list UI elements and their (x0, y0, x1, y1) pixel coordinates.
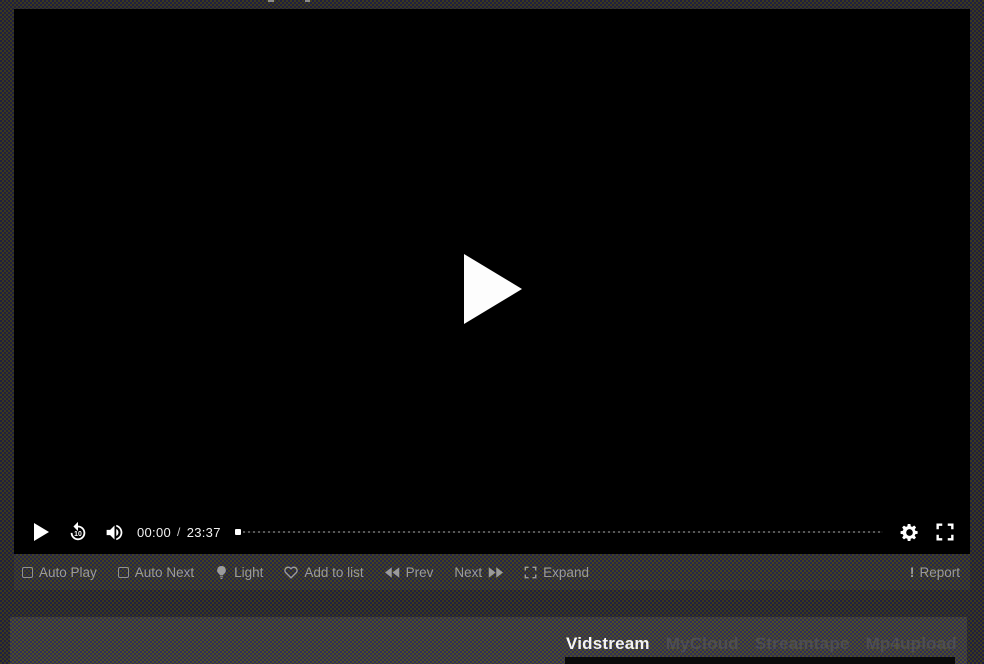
next-episode-button[interactable]: Next (454, 565, 503, 580)
seek-rail (243, 531, 883, 533)
server-tab-mycloud[interactable]: MyCloud (666, 634, 739, 654)
settings-button[interactable] (899, 522, 920, 543)
auto-play-label: Auto Play (39, 565, 97, 580)
checkbox-icon[interactable] (22, 567, 33, 578)
fullscreen-icon (934, 521, 956, 543)
add-to-list-label: Add to list (304, 565, 363, 580)
server-tab-mp4upload[interactable]: Mp4upload (865, 634, 957, 654)
player-toolbar: Auto Play Auto Next Light Add to list Pr… (14, 554, 970, 590)
volume-icon (104, 522, 125, 543)
expand-button[interactable]: Expand (524, 565, 589, 580)
server-tab-list: Vidstream MyCloud Streamtape Mp4upload (566, 634, 957, 654)
report-exclamation-icon: ! (910, 564, 915, 580)
rewind-10-button[interactable]: 10 (67, 521, 89, 543)
player-control-bar: 10 00:00 / 23:37 (14, 510, 970, 554)
prev-label: Prev (406, 565, 434, 580)
prev-episode-button[interactable]: Prev (385, 565, 434, 580)
light-toggle[interactable]: Light (215, 565, 263, 580)
server-tab-streamtape[interactable]: Streamtape (755, 634, 850, 654)
seek-handle[interactable] (235, 529, 241, 535)
seek-bar[interactable] (235, 528, 883, 536)
time-separator: / (177, 525, 181, 539)
report-label: Report (919, 565, 960, 580)
clipped-text-fragment (268, 0, 274, 2)
fullscreen-button[interactable] (934, 521, 956, 543)
auto-next-toggle[interactable]: Auto Next (118, 565, 194, 580)
current-time: 00:00 (137, 525, 171, 540)
replay-10-icon: 10 (67, 521, 89, 543)
checkbox-icon[interactable] (118, 567, 129, 578)
report-button[interactable]: ! Report (910, 564, 960, 580)
heart-icon (284, 566, 298, 579)
clipped-text-fragment (305, 0, 310, 2)
next-label: Next (454, 565, 482, 580)
play-button[interactable] (32, 522, 50, 542)
next-icon (488, 567, 503, 578)
svg-text:10: 10 (74, 531, 82, 538)
play-icon (32, 522, 50, 542)
lightbulb-icon (215, 565, 228, 580)
auto-play-toggle[interactable]: Auto Play (22, 565, 97, 580)
settings-gear-icon (899, 522, 920, 543)
light-label: Light (234, 565, 263, 580)
server-tab-vidstream[interactable]: Vidstream (566, 634, 650, 654)
expand-label: Expand (543, 565, 589, 580)
prev-icon (385, 567, 400, 578)
volume-button[interactable] (104, 522, 125, 543)
time-display: 00:00 / 23:37 (137, 525, 221, 540)
server-tabs-underline (565, 657, 955, 664)
duration: 23:37 (187, 525, 221, 540)
auto-next-label: Auto Next (135, 565, 194, 580)
big-play-icon[interactable] (464, 254, 522, 324)
expand-icon (524, 566, 537, 579)
video-player[interactable]: 10 00:00 / 23:37 (14, 9, 970, 554)
servers-panel: Vidstream MyCloud Streamtape Mp4upload (10, 617, 967, 664)
add-to-list-button[interactable]: Add to list (284, 565, 363, 580)
